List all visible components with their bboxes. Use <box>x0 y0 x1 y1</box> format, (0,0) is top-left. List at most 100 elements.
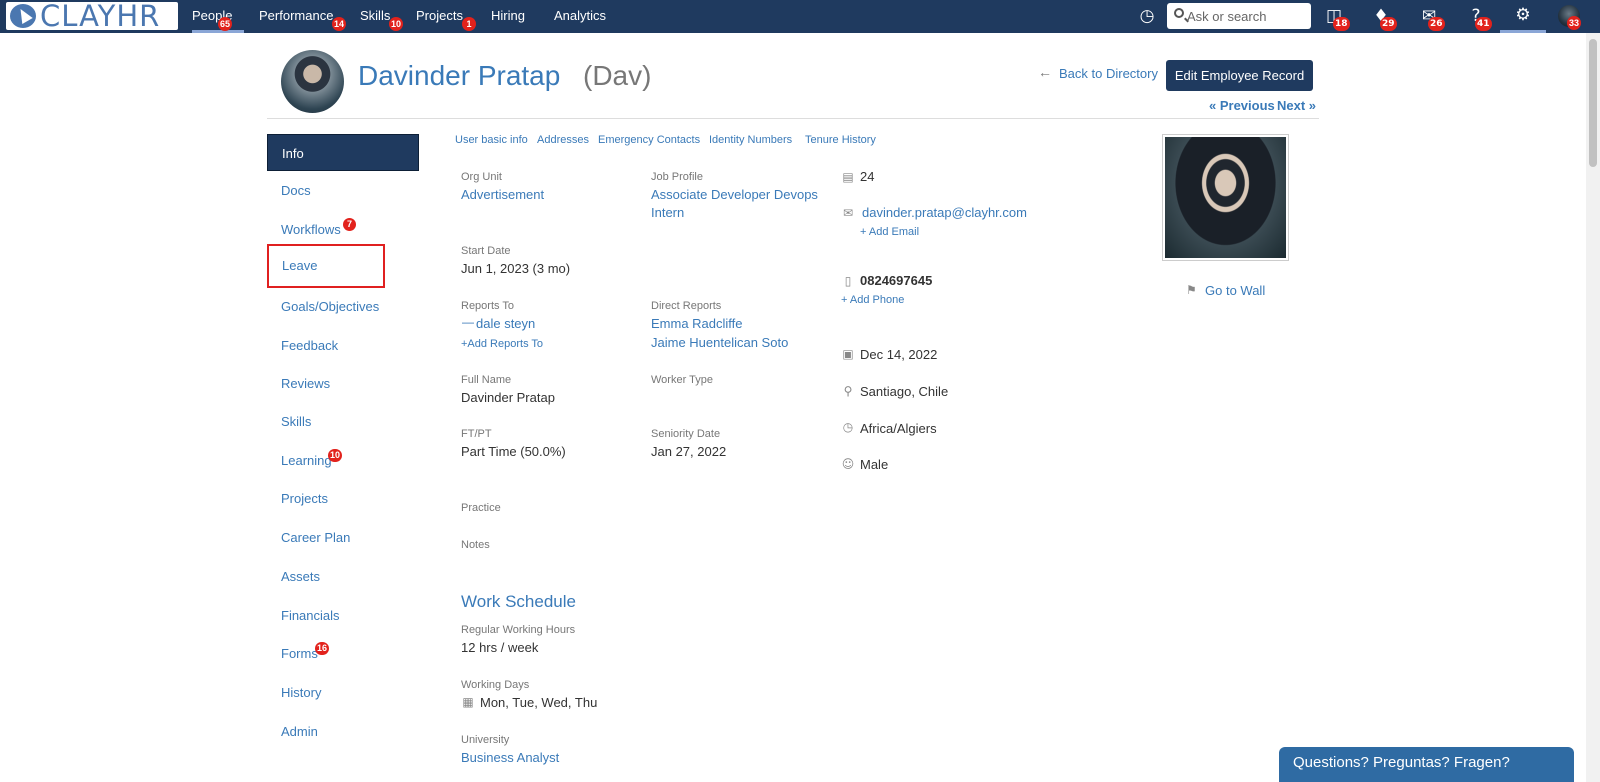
nav-performance-badge: 14 <box>332 17 347 31</box>
clayhr-logo[interactable]: CLAYHR <box>6 0 178 33</box>
direct-reports-label: Direct Reports <box>651 300 722 312</box>
scrollbar-thumb[interactable] <box>1589 39 1597 167</box>
add-email-link[interactable]: + Add Email <box>860 226 919 238</box>
logo-text: CLAY <box>40 0 117 33</box>
add-phone-link[interactable]: + Add Phone <box>841 294 904 306</box>
nav-people[interactable]: People 65 <box>192 0 244 33</box>
help-badge: 41 <box>1475 17 1492 31</box>
working-hours-label: Regular Working Hours <box>461 624 576 636</box>
nav-skills-label: Skills <box>360 8 391 23</box>
employee-id-value: 24 <box>860 169 875 184</box>
edit-employee-record-button[interactable]: Edit Employee Record <box>1166 60 1313 91</box>
sidebar-item-leave[interactable]: Leave <box>267 244 385 288</box>
back-to-directory-link[interactable]: Back to Directory <box>1059 66 1158 81</box>
working-days-value: Mon, Tue, Wed, Thu <box>480 695 598 710</box>
employee-avatar <box>281 50 344 113</box>
nav-skills[interactable]: Skills 10 <box>360 0 404 33</box>
settings-tab[interactable]: ⚙ <box>1500 0 1546 33</box>
search-icon <box>1174 8 1184 18</box>
sidebar-item-forms[interactable]: Forms 16 <box>267 635 419 672</box>
phone-icon: ▯ <box>844 274 852 288</box>
sidebar-item-skills[interactable]: Skills <box>267 403 419 440</box>
email-icon: ✉ <box>842 206 854 220</box>
sidebar-item-workflows[interactable]: Workflows 7 <box>267 211 419 248</box>
logo-mark-icon <box>10 4 36 28</box>
sidebar-item-docs[interactable]: Docs <box>267 172 419 209</box>
sidebar-item-history[interactable]: History <box>267 674 419 711</box>
tab-emergency-contacts[interactable]: Emergency Contacts <box>598 134 700 146</box>
direct-report-link[interactable]: Jaime Huentelican Soto <box>651 334 788 352</box>
nav-people-badge: 65 <box>218 17 233 31</box>
job-profile-label: Job Profile <box>651 171 703 183</box>
forms-badge: 16 <box>315 642 330 655</box>
sidebar-item-label: Reviews <box>281 376 331 391</box>
sidebar-item-label: Projects <box>281 491 328 506</box>
email-link[interactable]: davinder.pratap@clayhr.com <box>862 204 1027 222</box>
employee-photo <box>1162 134 1289 261</box>
ftpt-label: FT/PT <box>461 428 492 440</box>
sidebar-item-label: Goals/Objectives <box>281 299 380 314</box>
help-chat-button[interactable]: Questions? Preguntas? Fragen? <box>1279 747 1574 782</box>
page-scrollbar[interactable] <box>1586 33 1600 782</box>
sidebar-item-label: Admin <box>281 724 318 739</box>
next-link[interactable]: Next » <box>1277 98 1316 113</box>
phone-value: 0824697645 <box>860 273 933 288</box>
header-divider <box>267 118 1319 119</box>
tab-user-basic-info[interactable]: User basic info <box>455 134 528 146</box>
help-icon[interactable]: ? 41 <box>1465 6 1492 31</box>
nav-analytics[interactable]: Analytics <box>554 0 606 33</box>
go-to-wall-link[interactable]: Go to Wall <box>1205 283 1265 298</box>
add-reports-to-link[interactable]: +Add Reports To <box>461 338 543 350</box>
seniority-date-value: Jan 27, 2022 <box>651 444 727 459</box>
nav-projects[interactable]: Projects 1 <box>416 0 476 33</box>
birthday-cake-icon: ▣ <box>842 347 854 361</box>
nav-projects-badge: 1 <box>462 17 476 31</box>
arrow-left-icon: ← <box>1038 64 1052 80</box>
direct-report-link[interactable]: Emma Radcliffe <box>651 315 743 333</box>
sidebar-item-financials[interactable]: Financials <box>267 597 419 634</box>
org-unit-value[interactable]: Advertisement <box>461 186 544 204</box>
location-pin-icon: ⚲ <box>843 384 853 398</box>
workflows-badge: 7 <box>343 218 356 231</box>
sidebar-item-label: Financials <box>281 608 340 623</box>
nav-analytics-label: Analytics <box>554 8 607 23</box>
tab-identity-numbers[interactable]: Identity Numbers <box>709 134 792 146</box>
tab-tenure-history[interactable]: Tenure History <box>805 134 876 146</box>
sidebar-item-feedback[interactable]: Feedback <box>267 327 419 364</box>
user-avatar[interactable]: 33 <box>1558 5 1582 30</box>
nav-projects-label: Projects <box>416 8 463 23</box>
sidebar-item-goals[interactable]: Goals/Objectives <box>267 288 419 325</box>
sidebar-item-reviews[interactable]: Reviews <box>267 365 419 402</box>
nav-performance[interactable]: Performance 14 <box>259 0 347 33</box>
search-input[interactable] <box>1187 7 1307 25</box>
wall-icon: ⚑ <box>1186 283 1197 297</box>
bell-icon[interactable]: ♦ 29 <box>1370 6 1397 31</box>
sidebar-item-admin[interactable]: Admin <box>267 713 419 750</box>
courses-badge: 18 <box>1333 17 1350 31</box>
sidebar-item-assets[interactable]: Assets <box>267 558 419 595</box>
job-profile-value-line2[interactable]: Intern <box>651 204 684 222</box>
sidebar-item-info[interactable]: Info <box>267 134 419 171</box>
nav-hiring[interactable]: Hiring <box>491 0 525 33</box>
courses-icon[interactable]: ◫ 18 <box>1323 6 1350 31</box>
job-profile-value[interactable]: Associate Developer Devops <box>651 186 818 204</box>
mail-icon[interactable]: ✉ 26 <box>1418 6 1445 31</box>
sidebar-item-projects[interactable]: Projects <box>267 480 419 517</box>
start-date-value: Jun 1, 2023 (3 mo) <box>461 261 571 276</box>
nav-performance-label: Performance <box>259 8 334 23</box>
birthday-value: Dec 14, 2022 <box>860 347 938 362</box>
learning-badge: 10 <box>328 449 343 462</box>
timer-icon[interactable]: ◷ <box>1136 6 1158 28</box>
tab-addresses[interactable]: Addresses <box>537 134 589 146</box>
working-days-label: Working Days <box>461 679 530 691</box>
timezone-value: Africa/Algiers <box>860 421 937 436</box>
sidebar-item-label: Forms <box>281 646 318 661</box>
nav-hiring-label: Hiring <box>491 8 525 23</box>
reports-to-value[interactable]: dale steyn <box>476 315 535 333</box>
sidebar-item-learning[interactable]: Learning 10 <box>267 442 419 479</box>
sidebar-item-career-plan[interactable]: Career Plan <box>267 519 419 556</box>
university-value[interactable]: Business Analyst <box>461 749 559 767</box>
previous-link[interactable]: « Previous <box>1209 98 1275 113</box>
reports-to-label: Reports To <box>461 300 514 312</box>
dash-icon: — <box>462 315 474 329</box>
